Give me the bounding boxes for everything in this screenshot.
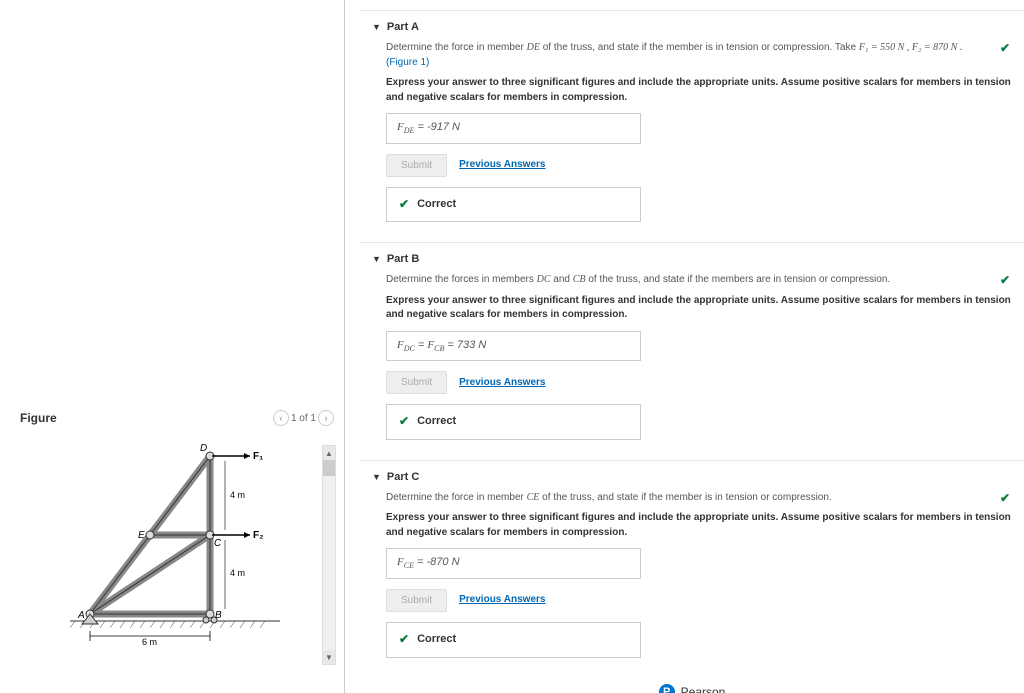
part-b-block: ▼ Part B ✔ Determine the forces in membe…: [360, 242, 1024, 456]
check-icon: ✔: [1000, 273, 1010, 287]
figure-prev-button[interactable]: ‹: [273, 410, 289, 426]
part-b-instruction: Express your answer to three significant…: [386, 294, 1012, 323]
part-c-block: ▼ Part C ✔ Determine the force in member…: [360, 460, 1024, 674]
part-a-block: ▼ Part A ✔ Determine the force in member…: [360, 10, 1024, 238]
previous-answers-link[interactable]: Previous Answers: [459, 593, 545, 608]
part-c-body: Determine the force in member CE of the …: [386, 491, 1012, 658]
check-icon: ✔: [399, 196, 409, 213]
check-icon: ✔: [399, 631, 409, 648]
figure-header: Figure ‹ 1 of 1 ›: [20, 410, 334, 426]
part-a-body: Determine the force in member DE of the …: [386, 41, 1012, 222]
submit-button[interactable]: Submit: [386, 589, 447, 612]
figure-image: A B C D E F₁ F₂ 4 m 4 m 6 m: [50, 436, 300, 646]
part-c-correct-box: ✔ Correct: [386, 622, 641, 657]
scroll-down-icon[interactable]: ▼: [323, 650, 335, 664]
part-b-header[interactable]: ▼ Part B: [372, 253, 1012, 265]
force-f2-label: F₂: [253, 530, 264, 541]
check-icon: ✔: [1000, 491, 1010, 505]
right-panel: ▼ Part A ✔ Determine the force in member…: [345, 0, 1024, 693]
caret-down-icon: ▼: [372, 254, 381, 264]
figure-nav: ‹ 1 of 1 ›: [273, 410, 334, 426]
pearson-logo-icon: P: [659, 684, 675, 693]
check-icon: ✔: [399, 413, 409, 430]
part-c-title: Part C: [387, 471, 419, 483]
part-b-buttons: Submit Previous Answers: [386, 371, 1012, 394]
part-a-buttons: Submit Previous Answers: [386, 154, 1012, 177]
part-a-answer-box: FDE = -917 N: [386, 113, 641, 144]
caret-down-icon: ▼: [372, 22, 381, 32]
dim-4m-lower: 4 m: [230, 568, 245, 578]
node-d-label: D: [200, 443, 207, 454]
left-panel: Figure ‹ 1 of 1 ›: [0, 0, 345, 693]
previous-answers-link[interactable]: Previous Answers: [459, 158, 545, 173]
figure-next-button[interactable]: ›: [318, 410, 334, 426]
footer: P Pearson: [360, 678, 1024, 693]
figure-link[interactable]: (Figure 1): [386, 57, 429, 68]
scroll-thumb[interactable]: [323, 460, 335, 476]
part-b-title: Part B: [387, 253, 419, 265]
correct-label: Correct: [417, 414, 456, 430]
submit-button[interactable]: Submit: [386, 371, 447, 394]
part-b-description: Determine the forces in members DC and C…: [386, 273, 1012, 288]
part-c-instruction: Express your answer to three significant…: [386, 511, 1012, 540]
part-b-answer-box: FDC = FCB = 733 N: [386, 331, 641, 362]
node-e-label: E: [138, 530, 145, 541]
figure-scrollbar[interactable]: ▲ ▼: [322, 445, 336, 665]
part-b-body: Determine the forces in members DC and C…: [386, 273, 1012, 440]
part-a-title: Part A: [387, 21, 419, 33]
dim-6m: 6 m: [142, 637, 157, 646]
node-a-label: A: [77, 610, 85, 621]
part-c-header[interactable]: ▼ Part C: [372, 471, 1012, 483]
part-a-description: Determine the force in member DE of the …: [386, 41, 1012, 56]
correct-label: Correct: [417, 197, 456, 213]
node-c-label: C: [214, 538, 222, 549]
figure-title: Figure: [20, 411, 57, 425]
part-c-description: Determine the force in member CE of the …: [386, 491, 1012, 506]
caret-down-icon: ▼: [372, 472, 381, 482]
part-a-header[interactable]: ▼ Part A: [372, 21, 1012, 33]
part-c-answer-box: FCE = -870 N: [386, 548, 641, 579]
dim-4m-upper: 4 m: [230, 490, 245, 500]
part-a-instruction: Express your answer to three significant…: [386, 76, 1012, 105]
scroll-up-icon[interactable]: ▲: [323, 446, 335, 460]
part-a-correct-box: ✔ Correct: [386, 187, 641, 222]
footer-brand: Pearson: [681, 685, 726, 693]
previous-answers-link[interactable]: Previous Answers: [459, 376, 545, 391]
check-icon: ✔: [1000, 41, 1010, 55]
force-f1-label: F₁: [253, 451, 263, 462]
part-b-correct-box: ✔ Correct: [386, 404, 641, 439]
truss-diagram: A B C D E F₁ F₂ 4 m 4 m 6 m: [50, 436, 300, 646]
correct-label: Correct: [417, 632, 456, 648]
part-c-buttons: Submit Previous Answers: [386, 589, 1012, 612]
node-b-label: B: [215, 610, 222, 621]
main-container: Figure ‹ 1 of 1 ›: [0, 0, 1024, 693]
figure-nav-text: 1 of 1: [291, 413, 316, 424]
submit-button[interactable]: Submit: [386, 154, 447, 177]
